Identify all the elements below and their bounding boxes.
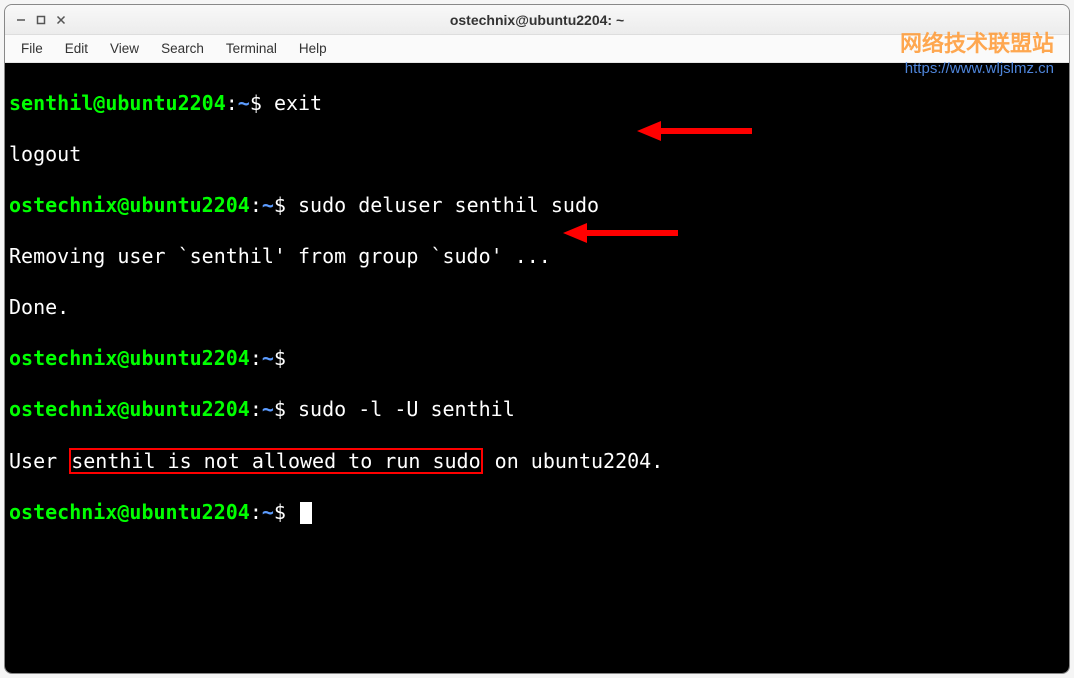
terminal-line: User senthil is not allowed to run sudo … [9,448,1065,475]
prompt-user: ostechnix@ubuntu2204 [9,346,250,370]
terminal-line: ostechnix@ubuntu2204:~$ sudo deluser sen… [9,193,1065,219]
prompt-path: ~ [262,397,274,421]
prompt-user: ostechnix@ubuntu2204 [9,193,250,217]
titlebar: ostechnix@ubuntu2204: ~ [5,5,1069,35]
terminal-line: logout [9,142,1065,168]
prompt-path: ~ [262,346,274,370]
prompt-path: ~ [262,193,274,217]
prompt-user: ostechnix@ubuntu2204 [9,500,250,524]
window-title: ostechnix@ubuntu2204: ~ [13,12,1061,28]
arrow-icon [563,221,683,245]
terminal-body[interactable]: senthil@ubuntu2204:~$ exit logout ostech… [5,63,1069,673]
menu-file[interactable]: File [11,37,53,60]
menu-view[interactable]: View [100,37,149,60]
command-text: exit [274,91,322,115]
window-controls [13,12,69,28]
close-icon[interactable] [53,12,69,28]
terminal-line: Removing user `senthil' from group `sudo… [9,244,1065,270]
menu-terminal[interactable]: Terminal [216,37,287,60]
output-text: User [9,449,69,473]
maximize-icon[interactable] [33,12,49,28]
terminal-line: ostechnix@ubuntu2204:~$ [9,346,1065,372]
menu-search[interactable]: Search [151,37,214,60]
menu-help[interactable]: Help [289,37,337,60]
prompt-path: ~ [262,500,274,524]
prompt-user: ostechnix@ubuntu2204 [9,397,250,421]
output-text: logout [9,142,81,166]
cursor [300,502,312,524]
output-text: on ubuntu2204. [483,449,664,473]
prompt-path: ~ [238,91,250,115]
menubar: File Edit View Search Terminal Help [5,35,1069,63]
prompt-user: senthil@ubuntu2204 [9,91,226,115]
highlight-box: senthil is not allowed to run sudo [69,448,482,474]
terminal-line: ostechnix@ubuntu2204:~$ [9,500,1065,526]
terminal-line: Done. [9,295,1065,321]
command-text: sudo -l -U senthil [298,397,515,421]
terminal-line: ostechnix@ubuntu2204:~$ sudo -l -U senth… [9,397,1065,423]
terminal-line: senthil@ubuntu2204:~$ exit [9,91,1065,117]
menu-edit[interactable]: Edit [55,37,98,60]
arrow-icon [637,119,757,143]
output-text: Done. [9,295,69,319]
terminal-window: ostechnix@ubuntu2204: ~ File Edit View S… [4,4,1070,674]
output-text: Removing user `senthil' from group `sudo… [9,244,551,268]
minimize-icon[interactable] [13,12,29,28]
command-text: sudo deluser senthil sudo [298,193,599,217]
